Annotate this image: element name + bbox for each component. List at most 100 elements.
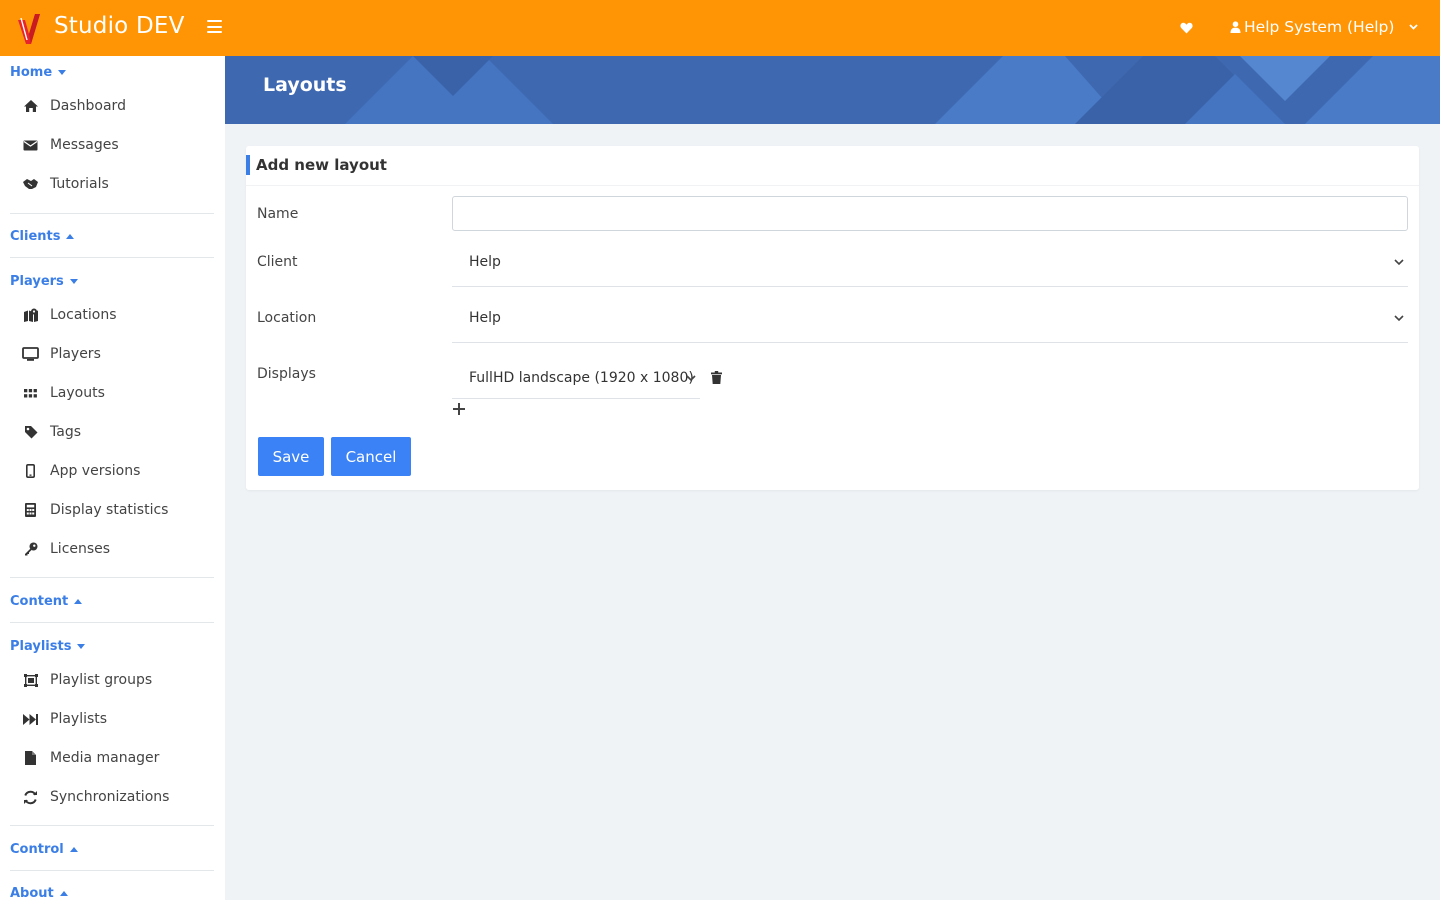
banner-pattern xyxy=(345,56,1440,124)
sidebar-section-clients[interactable]: Clients xyxy=(10,229,75,244)
location-label: Location xyxy=(257,310,317,326)
sidebar-item-playlist-groups[interactable]: Playlist groups xyxy=(22,665,222,695)
sidebar-item-label: Messages xyxy=(50,137,119,153)
envelope-icon xyxy=(22,138,39,153)
sidebar: Home Dashboard Messages Tutorials Client… xyxy=(0,56,225,900)
mobile-icon xyxy=(22,464,39,479)
sidebar-section-playlists[interactable]: Playlists xyxy=(10,639,86,654)
menu-icon[interactable] xyxy=(207,20,222,34)
sidebar-item-display-statistics[interactable]: Display statistics xyxy=(22,495,222,525)
name-label: Name xyxy=(257,206,299,222)
sidebar-item-label: Synchronizations xyxy=(50,789,170,805)
sidebar-section-control[interactable]: Control xyxy=(10,842,78,857)
location-value: Help xyxy=(469,310,501,326)
chevron-down-icon xyxy=(1394,315,1404,322)
sidebar-item-playlists[interactable]: Playlists xyxy=(22,704,222,734)
tag-icon xyxy=(22,425,39,440)
sidebar-item-label: Playlists xyxy=(50,711,108,727)
sidebar-item-messages[interactable]: Messages xyxy=(22,130,222,160)
section-label: Control xyxy=(10,842,64,857)
key-icon xyxy=(22,542,39,557)
sidebar-section-home[interactable]: Home xyxy=(10,65,67,80)
chevron-down-icon xyxy=(1409,24,1419,30)
client-label: Client xyxy=(257,254,298,270)
sidebar-section-content[interactable]: Content xyxy=(10,594,83,609)
section-label: Content xyxy=(10,594,69,609)
handshake-icon xyxy=(22,177,39,192)
sidebar-item-label: Players xyxy=(50,346,101,362)
card-header: Add new layout xyxy=(246,146,1419,186)
caret-up-icon xyxy=(59,891,68,896)
app-title[interactable]: Studio DEV xyxy=(54,13,185,39)
section-label: Home xyxy=(10,65,53,80)
calculator-icon xyxy=(22,503,39,518)
display-value: FullHD landscape (1920 x 1080) xyxy=(469,370,694,386)
sidebar-item-synchronizations[interactable]: Synchronizations xyxy=(22,782,222,812)
sidebar-item-label: Playlist groups xyxy=(50,672,153,688)
sidebar-item-layouts[interactable]: Layouts xyxy=(22,378,222,408)
page-title: Layouts xyxy=(263,74,347,96)
sidebar-item-licenses[interactable]: Licenses xyxy=(22,534,222,564)
group-icon xyxy=(22,673,39,688)
sidebar-item-tags[interactable]: Tags xyxy=(22,417,222,447)
location-select[interactable]: Help xyxy=(452,298,1408,343)
sidebar-section-players[interactable]: Players xyxy=(10,274,78,289)
divider xyxy=(10,622,214,623)
divider xyxy=(10,870,214,871)
card-accent xyxy=(246,155,250,175)
user-menu[interactable]: Help System (Help) xyxy=(1230,18,1419,36)
chevron-down-icon xyxy=(686,375,696,382)
top-bar: Studio DEV Help System (Help) xyxy=(0,0,1440,56)
user-name: Help System (Help) xyxy=(1244,18,1395,36)
sidebar-item-label: App versions xyxy=(50,463,141,479)
caret-up-icon xyxy=(69,847,78,852)
section-label: Playlists xyxy=(10,639,72,654)
sidebar-item-label: Licenses xyxy=(50,541,111,557)
section-label: Clients xyxy=(10,229,61,244)
caret-down-icon xyxy=(77,644,86,649)
caret-down-icon xyxy=(58,70,67,75)
save-button[interactable]: Save xyxy=(258,437,324,476)
caret-down-icon xyxy=(69,279,78,284)
home-icon xyxy=(22,99,39,114)
grid-icon xyxy=(22,386,39,401)
heart-icon[interactable] xyxy=(1180,22,1193,34)
file-icon xyxy=(22,751,39,766)
monitor-icon xyxy=(22,347,39,362)
sidebar-item-label: Display statistics xyxy=(50,502,169,518)
sidebar-item-tutorials[interactable]: Tutorials xyxy=(22,169,222,199)
map-icon xyxy=(22,308,39,323)
divider xyxy=(10,213,214,214)
plus-icon[interactable] xyxy=(453,403,465,415)
sidebar-item-label: Tags xyxy=(50,424,81,440)
add-layout-card: Add new layout Name Client Help Location… xyxy=(246,146,1419,490)
logo-icon xyxy=(18,14,40,44)
sidebar-item-dashboard[interactable]: Dashboard xyxy=(22,91,222,121)
divider xyxy=(10,825,214,826)
user-icon xyxy=(1230,21,1241,33)
sidebar-item-locations[interactable]: Locations xyxy=(22,300,222,330)
sidebar-section-about[interactable]: About xyxy=(10,886,68,900)
card-title: Add new layout xyxy=(256,156,387,174)
sync-icon xyxy=(22,790,39,805)
sidebar-item-media-manager[interactable]: Media manager xyxy=(22,743,222,773)
trash-icon[interactable] xyxy=(711,371,722,384)
section-label: Players xyxy=(10,274,64,289)
client-value: Help xyxy=(469,254,501,270)
sidebar-item-label: Tutorials xyxy=(50,176,109,192)
display-select[interactable]: FullHD landscape (1920 x 1080) xyxy=(452,354,700,399)
sidebar-item-label: Layouts xyxy=(50,385,105,401)
caret-up-icon xyxy=(74,599,83,604)
divider xyxy=(10,257,214,258)
sidebar-item-label: Media manager xyxy=(50,750,160,766)
page-banner: Layouts xyxy=(225,56,1440,124)
displays-label: Displays xyxy=(257,366,316,382)
cancel-button[interactable]: Cancel xyxy=(331,437,411,476)
sidebar-item-players[interactable]: Players xyxy=(22,339,222,369)
chevron-down-icon xyxy=(1394,259,1404,266)
section-label: About xyxy=(10,886,54,900)
name-input[interactable] xyxy=(452,196,1408,231)
divider xyxy=(10,577,214,578)
sidebar-item-app-versions[interactable]: App versions xyxy=(22,456,222,486)
client-select[interactable]: Help xyxy=(452,242,1408,287)
